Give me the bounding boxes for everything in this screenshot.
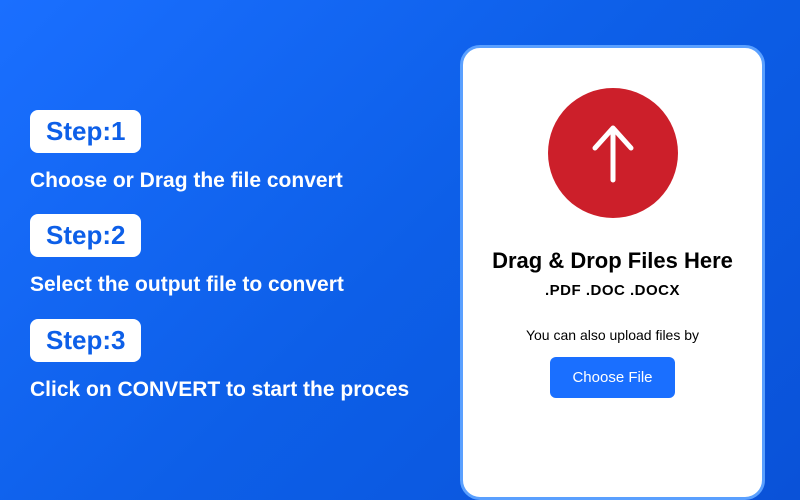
step-1-badge: Step:1: [30, 110, 141, 153]
instructions-panel: Step:1 Choose or Drag the file convert S…: [0, 0, 460, 500]
upload-hint-text: You can also upload files by: [526, 327, 699, 343]
step-2-text: Select the output file to convert: [30, 271, 440, 298]
step-3-text: Click on CONVERT to start the proces: [30, 376, 440, 403]
step-2-badge: Step:2: [30, 214, 141, 257]
step-1-text: Choose or Drag the file convert: [30, 167, 440, 194]
choose-file-button[interactable]: Choose File: [550, 357, 674, 398]
step-3-block: Step:3 Click on CONVERT to start the pro…: [30, 319, 440, 403]
drag-drop-title: Drag & Drop Files Here: [492, 248, 733, 274]
upload-arrow-icon: [548, 88, 678, 218]
upload-card[interactable]: Drag & Drop Files Here .PDF .DOC .DOCX Y…: [460, 45, 765, 500]
step-3-badge: Step:3: [30, 319, 141, 362]
step-1-block: Step:1 Choose or Drag the file convert: [30, 110, 440, 194]
upload-panel: Drag & Drop Files Here .PDF .DOC .DOCX Y…: [460, 0, 800, 500]
supported-file-types: .PDF .DOC .DOCX: [545, 282, 680, 299]
step-2-block: Step:2 Select the output file to convert: [30, 214, 440, 298]
